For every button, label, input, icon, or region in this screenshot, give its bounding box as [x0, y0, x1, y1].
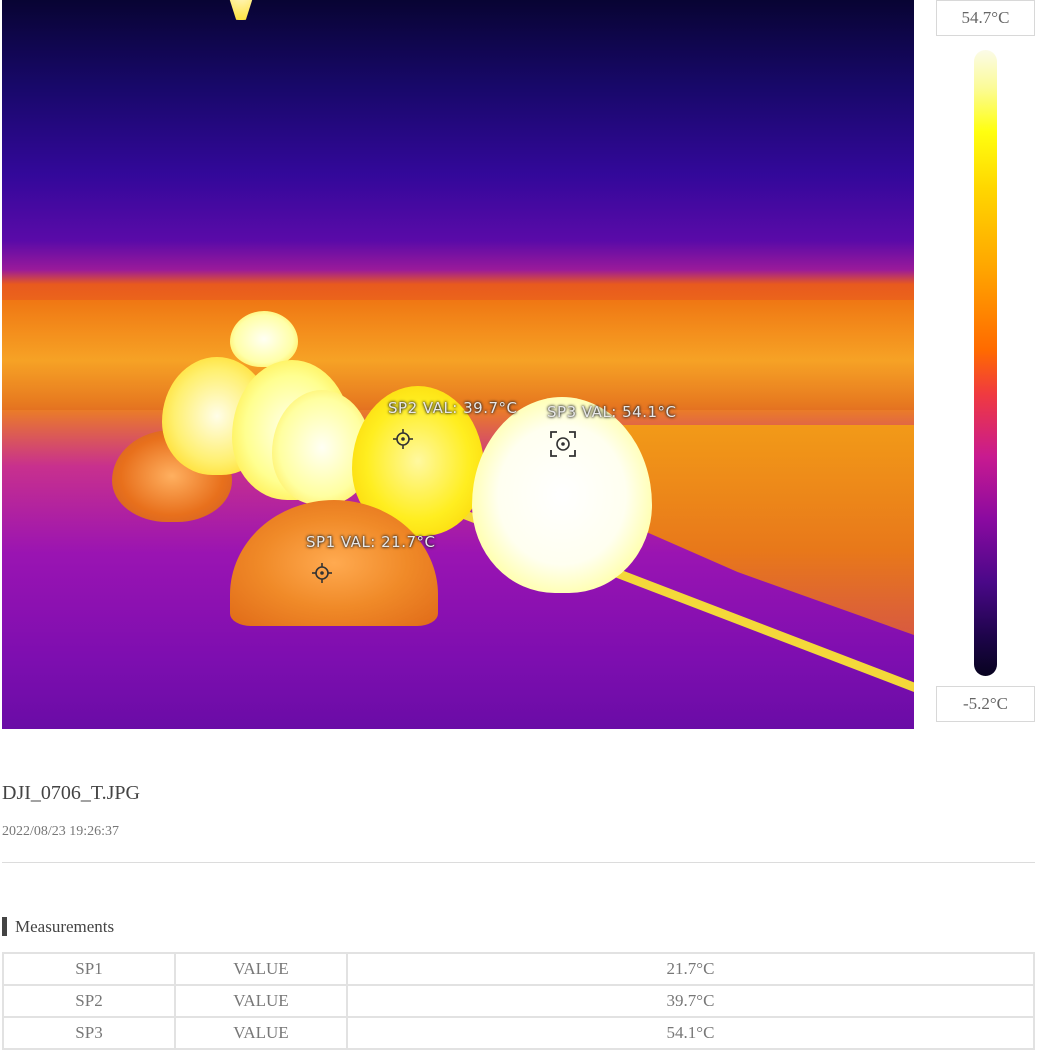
color-scale-bar	[974, 50, 997, 676]
measurements-table: SP1 VALUE 21.7°C SP2 VALUE 39.7°C SP3 VA…	[2, 952, 1035, 1050]
divider	[2, 862, 1035, 863]
value-cell: 54.1°C	[346, 1016, 1035, 1050]
balloon-small-top	[230, 311, 298, 367]
measurements-title: Measurements	[2, 917, 114, 936]
table-row: SP3 VALUE 54.1°C	[2, 1016, 1035, 1050]
scale-max-label: 54.7°C	[936, 0, 1035, 36]
spot-cell: SP2	[2, 984, 176, 1018]
thermal-treeline	[2, 300, 914, 410]
spot-label-sp1: SP1 VAL: 21.7°C	[306, 533, 436, 551]
spot-cell: SP3	[2, 1016, 176, 1050]
file-datetime: 2022/08/23 19:26:37	[2, 824, 120, 839]
file-name: DJI_0706_T.JPG	[2, 782, 140, 804]
spot-label-sp2: SP2 VAL: 39.7°C	[388, 399, 518, 417]
type-cell: VALUE	[174, 952, 348, 986]
thermal-image[interactable]: SP1 VAL: 21.7°C SP2 VAL: 39.7°C SP3 VAL:…	[2, 0, 914, 729]
value-cell: 21.7°C	[346, 952, 1035, 986]
crosshair-icon[interactable]	[312, 563, 332, 583]
scale-min-label: -5.2°C	[936, 686, 1035, 722]
balloon-top	[217, 0, 265, 20]
crosshair-selected-icon[interactable]	[550, 431, 576, 457]
value-cell: 39.7°C	[346, 984, 1035, 1018]
table-row: SP2 VALUE 39.7°C	[2, 984, 1035, 1018]
type-cell: VALUE	[174, 1016, 348, 1050]
spot-label-sp3: SP3 VAL: 54.1°C	[547, 403, 677, 421]
table-row: SP1 VALUE 21.7°C	[2, 952, 1035, 986]
crosshair-icon[interactable]	[393, 429, 413, 449]
spot-cell: SP1	[2, 952, 176, 986]
type-cell: VALUE	[174, 984, 348, 1018]
